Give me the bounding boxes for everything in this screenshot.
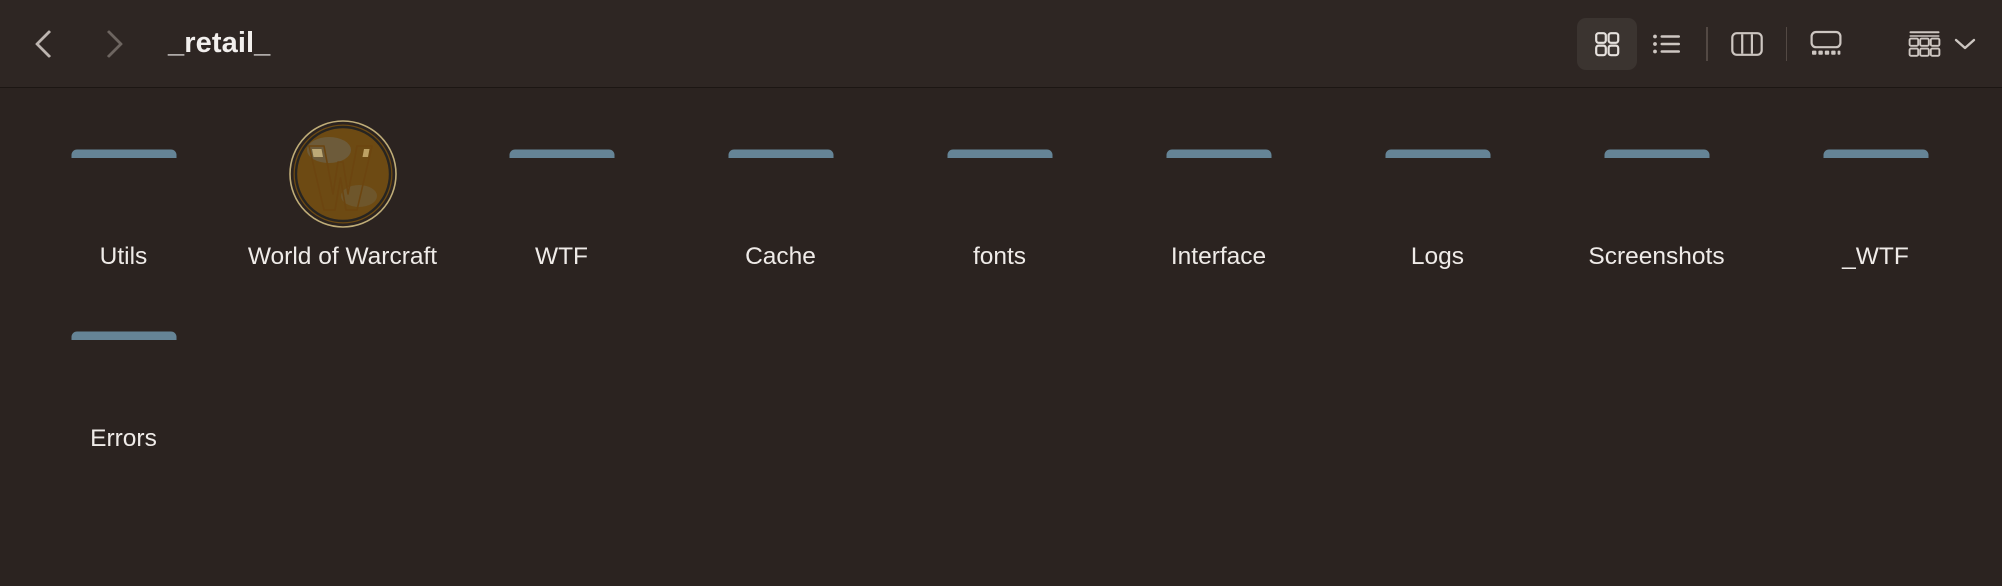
bulleted-list-icon xyxy=(1652,30,1682,58)
group-by-button[interactable] xyxy=(1904,18,1980,70)
file-grid: Utils World of Warcraft WTF Cache fonts xyxy=(0,110,2002,474)
file-item[interactable]: Errors xyxy=(14,292,233,474)
file-name-label: WTF xyxy=(534,243,589,270)
file-item[interactable]: Cache xyxy=(671,110,890,292)
column-view-button[interactable] xyxy=(1717,18,1777,70)
grid-four-squares-icon xyxy=(1593,30,1621,58)
folder-icon xyxy=(936,110,1064,238)
folder-icon xyxy=(1374,110,1502,238)
folder-icon xyxy=(60,292,188,420)
toolbar-right-group xyxy=(1577,0,1980,87)
three-columns-icon xyxy=(1730,31,1763,57)
file-name-label: Screenshots xyxy=(1588,243,1725,270)
icon-view-button[interactable] xyxy=(1577,17,1637,70)
file-name-label: World of Warcraft xyxy=(247,243,438,270)
folder-icon xyxy=(1812,110,1940,238)
file-item[interactable]: WTF xyxy=(452,110,671,292)
file-item[interactable]: Screenshots xyxy=(1547,110,1766,292)
file-item[interactable]: _WTF xyxy=(1766,110,1985,292)
navigation-buttons xyxy=(30,22,128,66)
folder-icon xyxy=(1155,110,1283,238)
toolbar-divider xyxy=(1706,26,1708,61)
folder-icon xyxy=(60,110,188,238)
window-title: _retail_ xyxy=(168,27,271,59)
file-item[interactable]: Interface xyxy=(1109,110,1328,292)
folder-icon xyxy=(498,110,626,238)
gallery-view-button[interactable] xyxy=(1796,18,1856,70)
folder-icon xyxy=(717,110,845,238)
file-name-label: fonts xyxy=(972,243,1027,270)
toolbar-divider xyxy=(1785,26,1787,61)
folder-icon xyxy=(1593,110,1721,238)
world-of-warcraft-icon xyxy=(279,110,407,238)
gallery-filmstrip-icon xyxy=(1810,30,1842,57)
file-item[interactable]: Logs xyxy=(1328,110,1547,292)
view-mode-segment xyxy=(1577,17,1856,70)
file-browser-content[interactable]: Utils World of Warcraft WTF Cache fonts xyxy=(0,88,2002,586)
file-item[interactable]: World of Warcraft xyxy=(233,110,452,292)
file-name-label: _WTF xyxy=(1842,243,1909,270)
chevron-down-icon xyxy=(1954,37,1976,51)
file-name-label: Interface xyxy=(1170,243,1267,270)
forward-button[interactable] xyxy=(94,22,128,66)
file-item[interactable]: fonts xyxy=(890,110,1109,292)
list-view-button[interactable] xyxy=(1637,18,1697,70)
group-items-icon xyxy=(1908,30,1942,58)
file-name-label: Utils xyxy=(99,243,148,270)
file-name-label: Cache xyxy=(745,243,816,270)
file-name-label: Errors xyxy=(90,425,157,452)
finder-toolbar: _retail_ xyxy=(0,0,2002,88)
file-name-label: Logs xyxy=(1410,243,1465,270)
back-button[interactable] xyxy=(30,22,64,66)
file-item[interactable]: Utils xyxy=(14,110,233,292)
